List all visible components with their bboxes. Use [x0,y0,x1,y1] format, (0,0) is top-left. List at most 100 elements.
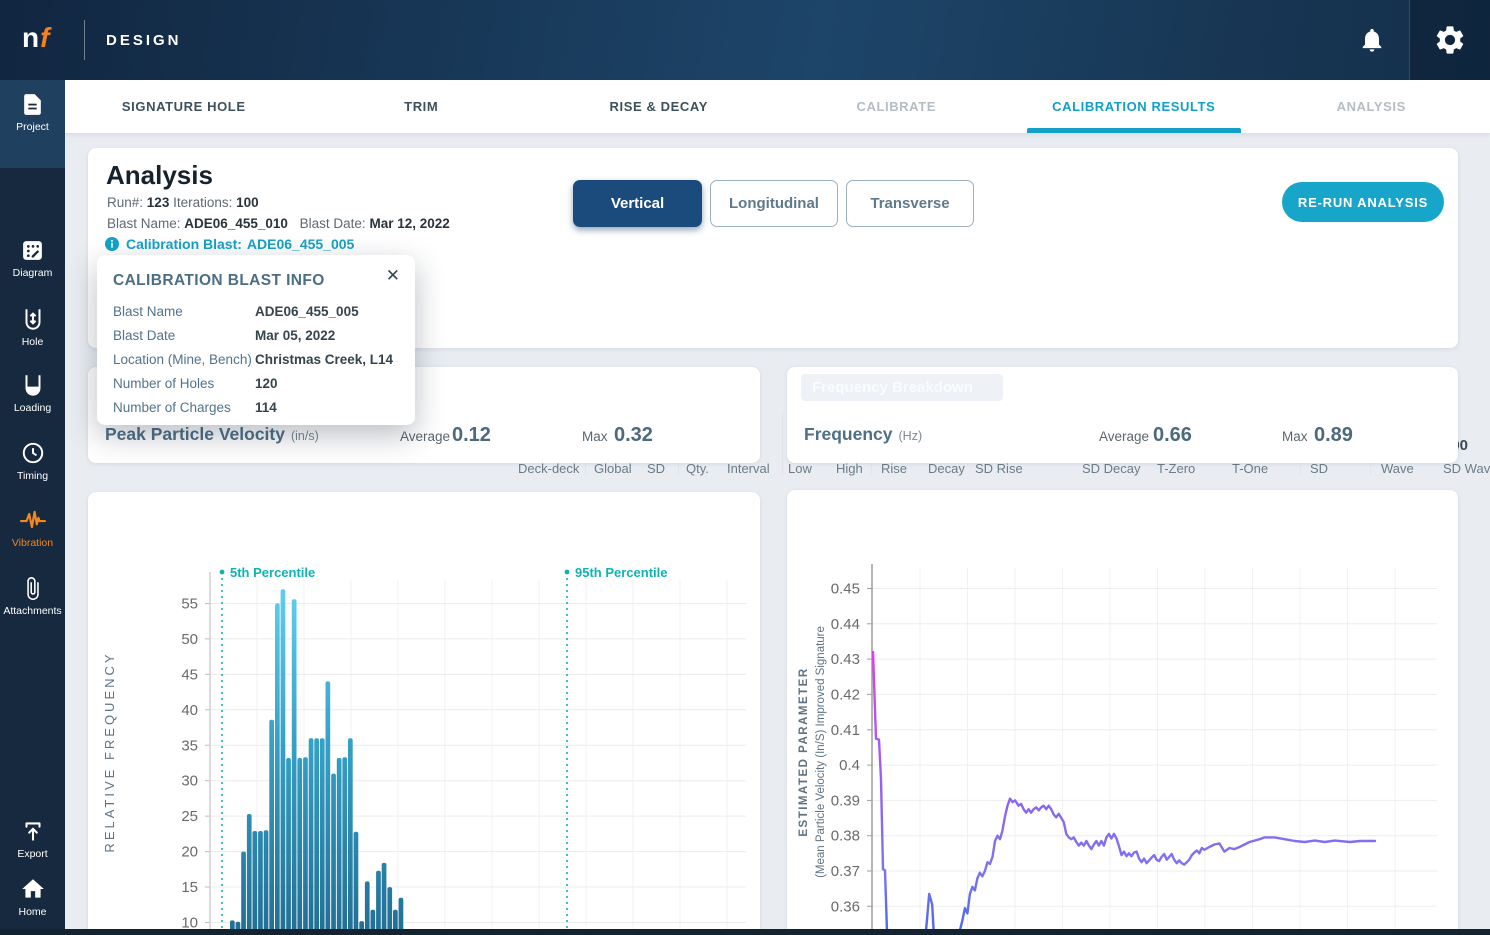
bottom-strip [0,929,1490,935]
popup-row: Location (Mine, Bench)Christmas Creek, L… [113,347,405,371]
popup-row: Blast DateMar 05, 2022 [113,323,405,347]
svg-text:RELATIVE FREQUENCY: RELATIVE FREQUENCY [102,651,117,852]
sidebar-item-label: Project [16,121,49,133]
tab-signature-hole[interactable]: SIGNATURE HOLE [65,80,303,133]
tab-calibration-results[interactable]: CALIBRATION RESULTS [1015,80,1253,133]
sidebar-item-export[interactable]: Export [0,818,65,860]
popup-rows: Blast NameADE06_455_005 Blast DateMar 05… [113,299,405,419]
notifications-button[interactable] [1354,22,1390,58]
average-label: Average [400,429,450,444]
sidebar-item-label: Timing [17,470,48,482]
max-label: Max [582,429,608,444]
calibration-blast-link[interactable]: Calibration Blast: ADE06_455_005 [105,236,354,252]
sidebar-item-label: Attachments [3,605,61,617]
svg-text:50: 50 [181,631,198,648]
svg-text:95th Percentile: 95th Percentile [575,565,668,580]
svg-text:55: 55 [181,595,198,612]
sidebar-item-diagram[interactable]: Diagram [0,238,65,279]
calibration-blast-label: Calibration Blast: [126,236,242,252]
svg-text:(Mean Particle Velocity (In/S): (Mean Particle Velocity (In/S) Improved … [815,626,827,878]
param-divider [782,411,783,475]
sidebar-item-attachments[interactable]: Attachments [0,576,65,617]
vertical-button[interactable]: Vertical [573,180,702,227]
ppv-histogram-card: 101520253035404550555th Percentile95th P… [88,492,760,935]
popup-row: Number of Holes120 [113,371,405,395]
transverse-button[interactable]: Transverse [846,180,974,227]
popup-row: Number of Charges114 [113,395,405,419]
sidebar-item-vibration[interactable]: Vibration [0,507,65,549]
close-icon[interactable]: ✕ [386,266,400,286]
longitudinal-button[interactable]: Longitudinal [710,180,838,227]
sidebar-item-label: Home [18,906,46,918]
svg-text:20: 20 [181,844,198,861]
tab-calibrate[interactable]: CALIBRATE [778,80,1016,133]
max-label: Max [1282,429,1308,444]
run-label: Run#: [107,195,143,210]
home-icon [20,876,46,902]
tab-analysis[interactable]: ANALYSIS [1253,80,1490,133]
stat-unit: (in/s) [291,429,319,443]
timing-icon [20,440,46,466]
diagram-icon [20,238,45,263]
sidebar-item-home[interactable]: Home [0,876,65,918]
active-tab-underline [1027,128,1241,133]
svg-text:40: 40 [181,702,198,719]
svg-text:25: 25 [181,808,198,825]
popup-title: CALIBRATION BLAST INFO [113,272,325,290]
sidebar-item-label: Loading [14,402,51,414]
average-label: Average [1099,429,1149,444]
svg-text:45: 45 [181,666,198,683]
stat-title: Frequency(Hz) [804,424,922,445]
sidebar-item-label: Diagram [13,267,53,279]
settings-button[interactable] [1409,0,1490,80]
stat-title: Peak Particle Velocity(in/s) [105,424,319,445]
app-name: DESIGN [106,32,182,49]
stat-card-frequency: Frequency Breakdown Frequency(Hz) Averag… [787,367,1458,463]
button-label: Vertical [611,195,664,212]
average-value: 0.12 [452,424,491,447]
tab-trim[interactable]: TRIM [303,80,541,133]
logo-n: n [22,22,40,53]
tab-label: CALIBRATE [856,99,936,114]
popup-row: Blast NameADE06_455_005 [113,299,405,323]
blast-date-label: Blast Date: [300,216,366,231]
sidebar-item-hole[interactable]: Hole [0,306,65,348]
run-meta: Run#: 123 Iterations: 100 [107,195,259,210]
tab-rise-decay[interactable]: RISE & DECAY [540,80,778,133]
svg-text:0.38: 0.38 [831,828,860,845]
gear-icon [1433,23,1467,57]
project-icon [20,92,45,117]
estimated-parameter-chart: 0.360.370.380.390.40.410.420.430.440.45E… [787,490,1458,935]
svg-text:0.37: 0.37 [831,863,860,880]
svg-text:15: 15 [181,879,198,896]
calibration-blast-info-popup: CALIBRATION BLAST INFO ✕ Blast NameADE06… [97,255,415,425]
ghost-section-title: Frequency Breakdown [801,374,1003,401]
bell-icon [1358,26,1386,54]
calibration-blast-value: ADE06_455_005 [247,236,354,252]
page-title: Analysis [106,160,213,191]
svg-text:0.41: 0.41 [831,722,860,739]
rerun-analysis-button[interactable]: RE-RUN ANALYSIS [1282,182,1444,222]
svg-text:0.43: 0.43 [831,651,860,668]
tab-label: TRIM [404,99,438,114]
module-tabbar: SIGNATURE HOLE TRIM RISE & DECAY CALIBRA… [65,80,1490,133]
logo-divider [84,20,85,60]
svg-text:0.44: 0.44 [831,616,860,633]
sidebar-item-project[interactable]: Project [0,92,65,133]
tab-label: SIGNATURE HOLE [122,99,246,114]
average-value: 0.66 [1153,424,1192,447]
max-value: 0.89 [1314,424,1353,447]
blast-name-value: ADE06_455_010 [184,216,288,231]
sidebar: Project Diagram Hole Loading Timing Vibr… [0,80,65,935]
sidebar-item-loading[interactable]: Loading [0,372,65,414]
max-value: 0.32 [614,424,653,447]
iterations-label: Iterations: [173,195,232,210]
blast-meta: Blast Name: ADE06_455_010 Blast Date: Ma… [107,216,450,231]
sidebar-item-timing[interactable]: Timing [0,440,65,482]
svg-text:0.39: 0.39 [831,792,860,809]
button-label: RE-RUN ANALYSIS [1298,195,1428,210]
svg-text:5th Percentile: 5th Percentile [230,565,315,580]
ppv-histogram-chart: 101520253035404550555th Percentile95th P… [88,492,760,935]
paperclip-icon [20,576,45,601]
nf-logo: nf [22,22,50,54]
